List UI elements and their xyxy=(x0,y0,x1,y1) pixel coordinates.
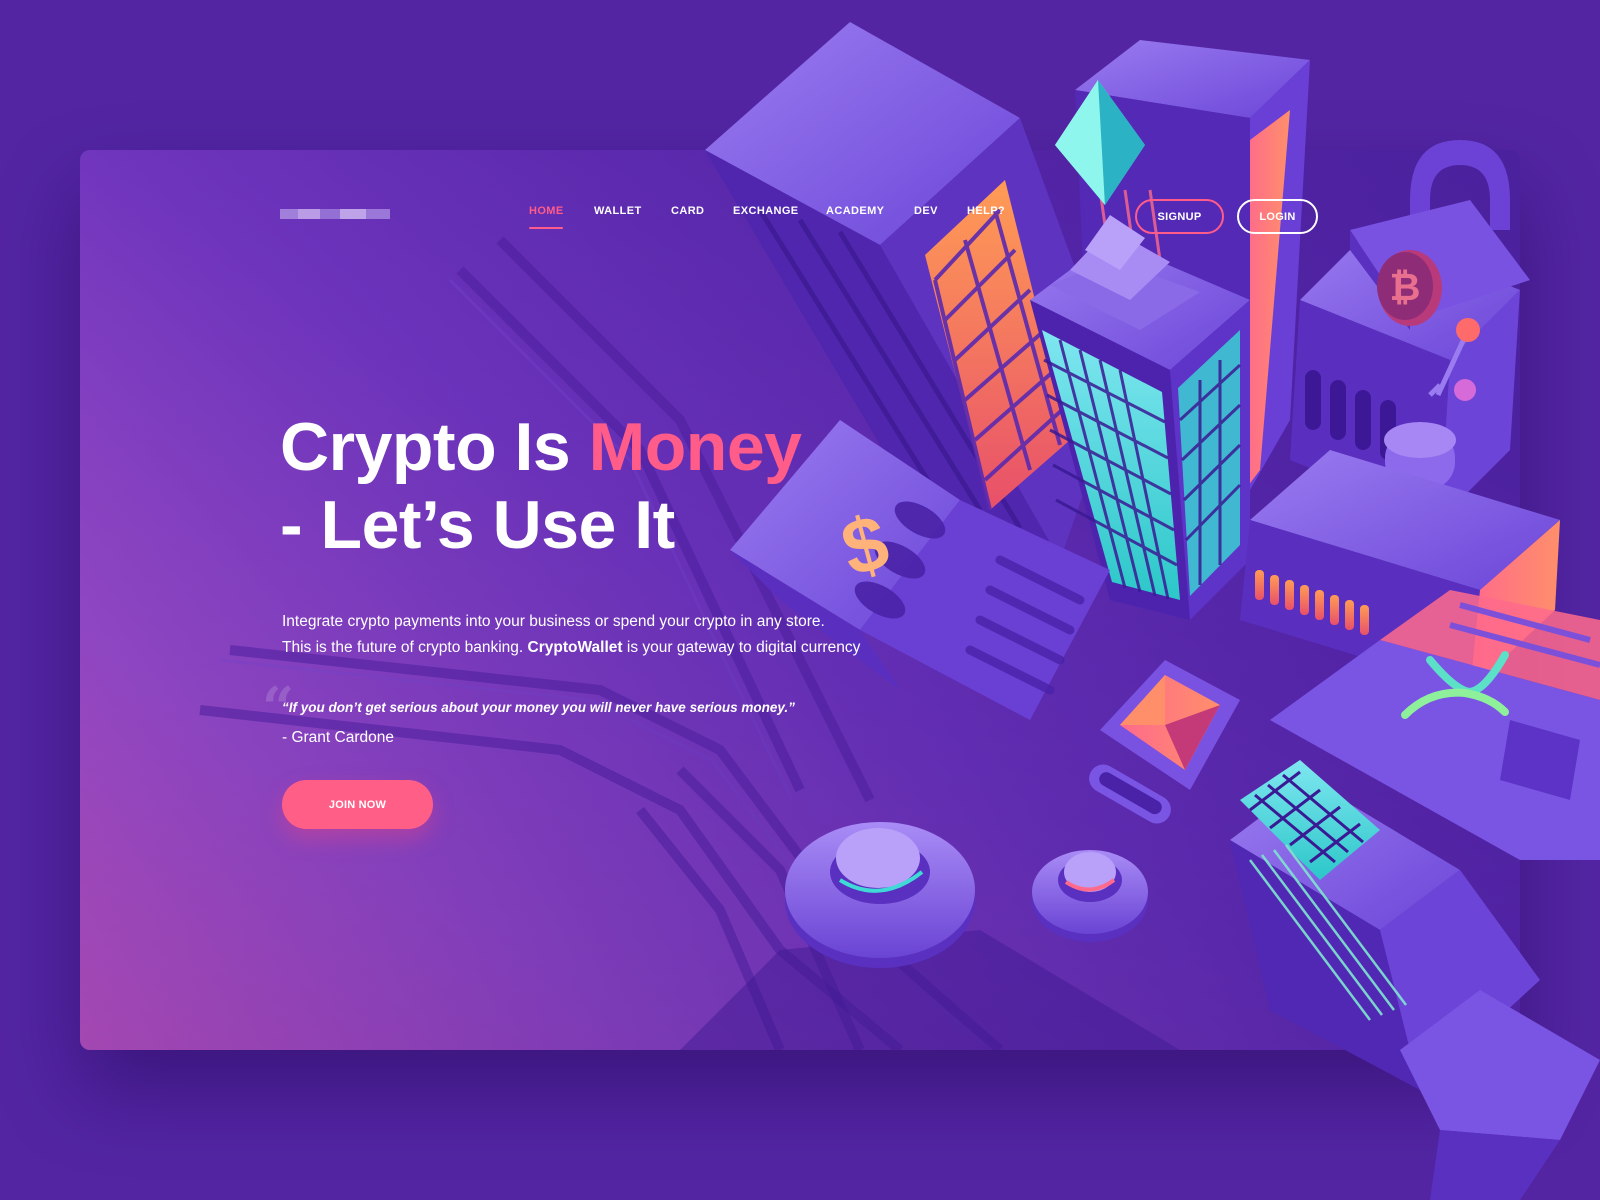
join-now-button[interactable]: JOIN NOW xyxy=(282,780,433,829)
nav-item-card[interactable]: CARD xyxy=(671,205,704,217)
signup-button[interactable]: SIGNUP xyxy=(1135,199,1224,234)
hero-title-part1: Crypto Is xyxy=(280,409,589,485)
description-line2-prefix: This is the future of crypto banking. xyxy=(282,639,528,656)
quote-author: - Grant Cardone xyxy=(282,729,394,746)
description-brand: CryptoWallet xyxy=(527,639,623,656)
nav-active-indicator xyxy=(529,227,563,229)
nav-item-help[interactable]: HELP? xyxy=(967,205,1005,217)
nav-item-dev[interactable]: DEV xyxy=(914,205,938,217)
hero-title: Crypto Is Money - Let’s Use It xyxy=(280,408,840,564)
nav-item-academy[interactable]: ACADEMY xyxy=(826,205,884,217)
nav-item-home[interactable]: HOME xyxy=(529,205,564,217)
hero-title-accent: Money xyxy=(588,409,802,485)
city-floor-decoration xyxy=(80,150,1520,1050)
login-button[interactable]: LOGIN xyxy=(1237,199,1318,234)
hero-title-line2: - Let’s Use It xyxy=(280,487,675,563)
nav-item-wallet[interactable]: WALLET xyxy=(594,205,642,217)
nav-item-exchange[interactable]: EXCHANGE xyxy=(733,205,799,217)
hero-quote: “If you don’t get serious about your mon… xyxy=(282,700,795,715)
description-line2-suffix: is your gateway to digital currency xyxy=(622,639,861,656)
page: ₿ $ HOME WALLET CARD EXCHANGE ACADEMY DE… xyxy=(0,0,1600,1200)
description-line1: Integrate crypto payments into your busi… xyxy=(282,613,825,630)
hero-description: Integrate crypto payments into your busi… xyxy=(282,609,942,661)
hero-card xyxy=(80,150,1520,1050)
brand-logo[interactable] xyxy=(280,209,390,223)
